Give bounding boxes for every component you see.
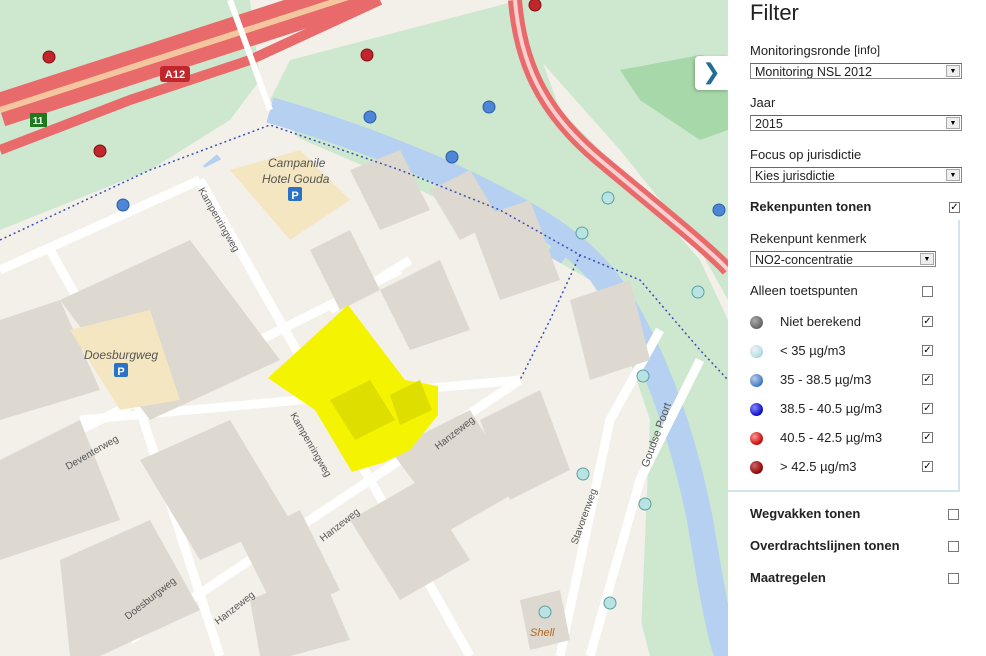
- kenmerk-select[interactable]: NO2-concentratie ▼: [750, 251, 936, 267]
- legend-checkbox-385-405[interactable]: ✓: [922, 403, 933, 414]
- chevron-down-icon: ▼: [920, 253, 934, 265]
- a12-label: A12: [165, 69, 185, 81]
- jurisdictie-label: Focus op jurisdictie: [750, 147, 862, 162]
- maatregelen-checkbox[interactable]: [948, 573, 959, 584]
- rekenpunten-label: Rekenpunten tonen: [750, 199, 872, 214]
- hotel-label-1: Campanile: [268, 156, 326, 170]
- monitoringsronde-label: Monitoringsronde [info]: [750, 43, 881, 58]
- legend-dot-icon: [750, 374, 763, 387]
- svg-text:P: P: [117, 366, 124, 378]
- wegvakken-checkbox[interactable]: [948, 509, 959, 520]
- monitoringsronde-select[interactable]: Monitoring NSL 2012 ▼: [750, 63, 962, 79]
- overdrachtslijnen-checkbox[interactable]: [948, 541, 959, 552]
- kenmerk-label: Rekenpunt kenmerk: [750, 231, 867, 246]
- doesburgweg-poi-label: Doesburgweg: [84, 348, 158, 362]
- legend-dot-icon: [750, 345, 763, 358]
- toetspunten-checkbox[interactable]: [922, 286, 933, 297]
- wegvakken-label: Wegvakken tonen: [750, 506, 861, 521]
- filter-panel: Filter Monitoringsronde [info] Monitorin…: [728, 0, 986, 656]
- jaar-select[interactable]: 2015 ▼: [750, 115, 962, 131]
- legend-dot-icon: [750, 432, 763, 445]
- legend-dot-icon: [750, 461, 763, 474]
- hotel-label-2: Hotel Gouda: [262, 172, 330, 186]
- legend-checkbox-35-385[interactable]: ✓: [922, 374, 933, 385]
- shell-label: Shell: [530, 627, 555, 639]
- chevron-down-icon: ▼: [946, 65, 960, 77]
- maatregelen-label: Maatregelen: [750, 570, 826, 585]
- chevron-right-icon: ❯: [702, 60, 721, 85]
- chevron-down-icon: ▼: [946, 117, 960, 129]
- info-link[interactable]: [info]: [854, 43, 880, 57]
- legend-checkbox-405-425[interactable]: ✓: [922, 432, 933, 443]
- jaar-label: Jaar: [750, 95, 776, 110]
- legend-dot-icon: [750, 403, 763, 416]
- legend-dot-icon: [750, 316, 763, 329]
- exit-label: 11: [33, 116, 44, 127]
- svg-text:P: P: [291, 190, 298, 202]
- toetspunten-label: Alleen toetspunten: [750, 283, 858, 298]
- legend-checkbox-gt425[interactable]: ✓: [922, 461, 933, 472]
- chevron-down-icon: ▼: [946, 169, 960, 181]
- overdrachtslijnen-label: Overdrachtslijnen tonen: [750, 538, 900, 553]
- rekenpunten-checkbox[interactable]: ✓: [949, 202, 960, 213]
- panel-title: Filter: [750, 0, 799, 25]
- panel-toggle-button[interactable]: ❯: [695, 56, 728, 90]
- legend-checkbox-niet-berekend[interactable]: ✓: [922, 316, 933, 327]
- legend-checkbox-lt35[interactable]: ✓: [922, 345, 933, 356]
- jurisdictie-select[interactable]: Kies jurisdictie ▼: [750, 167, 962, 183]
